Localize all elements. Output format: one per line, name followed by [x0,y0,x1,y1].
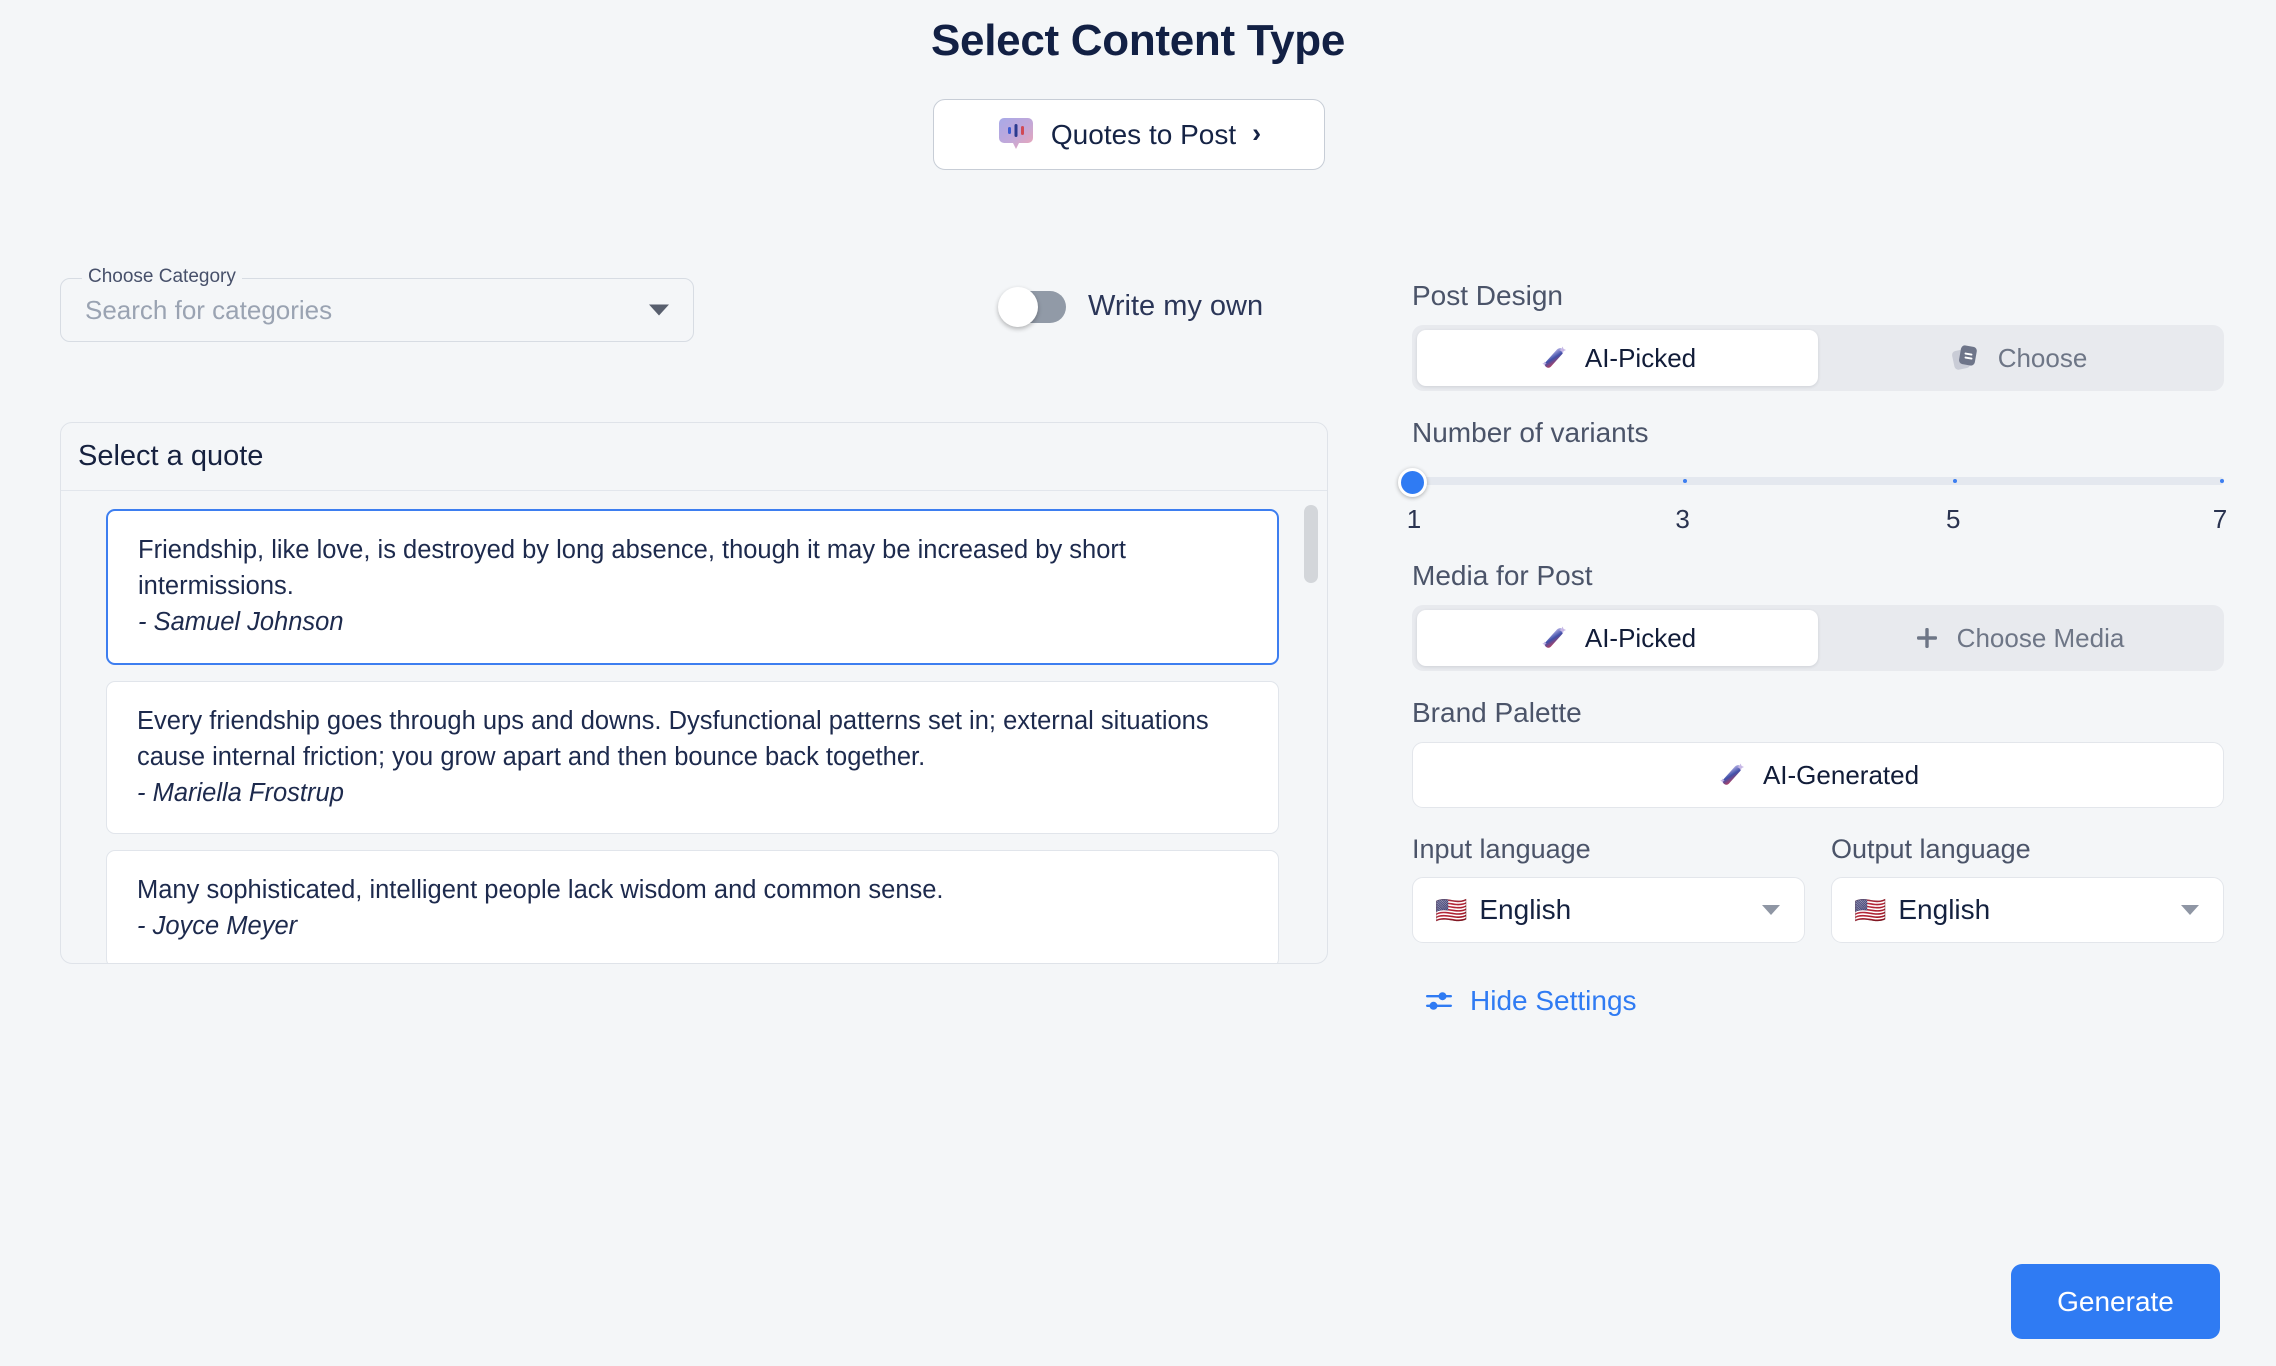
post-design-option-ai-picked[interactable]: AI-Picked [1417,330,1818,386]
content-type-button[interactable]: Quotes to Post › [933,99,1325,170]
quote-list-scroll[interactable]: Friendship, like love, is destroyed by l… [61,491,1327,963]
chevron-down-icon[interactable] [2181,905,2199,915]
slider-tick [1683,479,1687,483]
slider-tick [2220,479,2224,483]
media-label: Media for Post [1412,560,2224,592]
media-option-choose-media[interactable]: Choose Media [1818,610,2219,666]
brand-palette-label: Brand Palette [1412,697,2224,729]
media-choose-label: Choose Media [1957,623,2125,654]
quote-card[interactable]: Every friendship goes through ups and do… [106,681,1279,835]
post-design-option-choose[interactable]: Choose [1818,330,2219,386]
output-language-select[interactable]: 🇺🇸 English [1831,877,2224,943]
slider-thumb[interactable] [1398,468,1427,497]
sliders-icon [1424,986,1454,1016]
hide-settings-button[interactable]: Hide Settings [1424,985,1637,1017]
quote-text: Friendship, like love, is destroyed by l… [138,532,1247,604]
page-title: Select Content Type [0,16,2276,66]
input-language-label: Input language [1412,834,1805,865]
content-type-label: Quotes to Post [1051,119,1236,151]
variants-slider[interactable] [1412,462,2224,502]
quote-text: Every friendship goes through ups and do… [137,703,1248,775]
plus-icon [1913,624,1941,652]
chevron-down-icon[interactable] [649,305,669,316]
magic-wand-icon [1539,343,1569,373]
scrollbar-thumb[interactable] [1304,505,1318,583]
media-option-ai-picked[interactable]: AI-Picked [1417,610,1818,666]
write-my-own-row[interactable]: Write my own [1000,290,1263,323]
input-language-group: Input language 🇺🇸 English [1412,834,1805,943]
brand-palette-button-label: AI-Generated [1763,760,1919,791]
toggle-knob [998,287,1038,327]
chevron-down-icon[interactable] [1762,905,1780,915]
chevron-right-icon: › [1252,120,1261,147]
variants-scale-5: 5 [1946,504,1960,535]
write-my-own-label: Write my own [1088,290,1263,323]
quote-bubble-icon [997,116,1035,154]
app-root: Select Content Type Quotes to Post › [0,0,2276,1366]
us-flag-icon: 🇺🇸 [1435,895,1467,926]
post-design-segmented-control: AI-Picked Choose [1412,325,2224,391]
templates-icon [1950,342,1982,374]
quote-card[interactable]: Many sophisticated, intelligent people l… [106,850,1279,963]
output-language-label: Output language [1831,834,2224,865]
quote-panel-header: Select a quote [61,423,1327,491]
post-design-label: Post Design [1412,280,2224,312]
slider-rail [1412,477,2224,485]
media-ai-label: AI-Picked [1585,623,1696,654]
variants-scale-1: 1 [1407,504,1421,535]
quote-panel-title: Select a quote [78,440,263,473]
input-language-select[interactable]: 🇺🇸 English [1412,877,1805,943]
quote-author: - Joyce Meyer [137,908,1248,944]
brand-palette-ai-generated-button[interactable]: AI-Generated [1412,742,2224,808]
quote-list-scrollbar[interactable] [1304,505,1318,957]
quote-text: Many sophisticated, intelligent people l… [137,872,1248,908]
magic-wand-icon [1717,760,1747,790]
quote-author: - Samuel Johnson [138,604,1247,640]
write-my-own-toggle[interactable] [1000,291,1066,323]
variants-label: Number of variants [1412,417,2224,449]
category-placeholder: Search for categories [85,295,332,326]
output-language-group: Output language 🇺🇸 English [1831,834,2224,943]
variants-scale-3: 3 [1675,504,1689,535]
quote-card[interactable]: Friendship, like love, is destroyed by l… [106,509,1279,665]
variants-scale-7: 7 [2213,504,2227,535]
quote-author: - Mariella Frostrup [137,775,1248,811]
output-language-value: English [1898,894,1990,926]
media-segmented-control: AI-Picked Choose Media [1412,605,2224,671]
post-design-choose-label: Choose [1998,343,2088,374]
hide-settings-label: Hide Settings [1470,985,1637,1017]
us-flag-icon: 🇺🇸 [1854,895,1886,926]
generate-button[interactable]: Generate [2011,1264,2220,1339]
choose-category-field[interactable]: Search for categories Choose Category [60,278,694,342]
language-row: Input language 🇺🇸 English Output languag… [1412,834,2224,943]
variants-scale: 1 3 5 7 [1412,504,2224,538]
variants-block: Number of variants 1 3 5 7 [1412,417,2224,538]
input-language-value: English [1479,894,1571,926]
category-legend-label: Choose Category [82,266,242,288]
magic-wand-icon [1539,623,1569,653]
settings-column: Post Design AI-Picked [1412,280,2224,1017]
quote-selection-panel: Select a quote Friendship, like love, is… [60,422,1328,964]
post-design-ai-label: AI-Picked [1585,343,1696,374]
